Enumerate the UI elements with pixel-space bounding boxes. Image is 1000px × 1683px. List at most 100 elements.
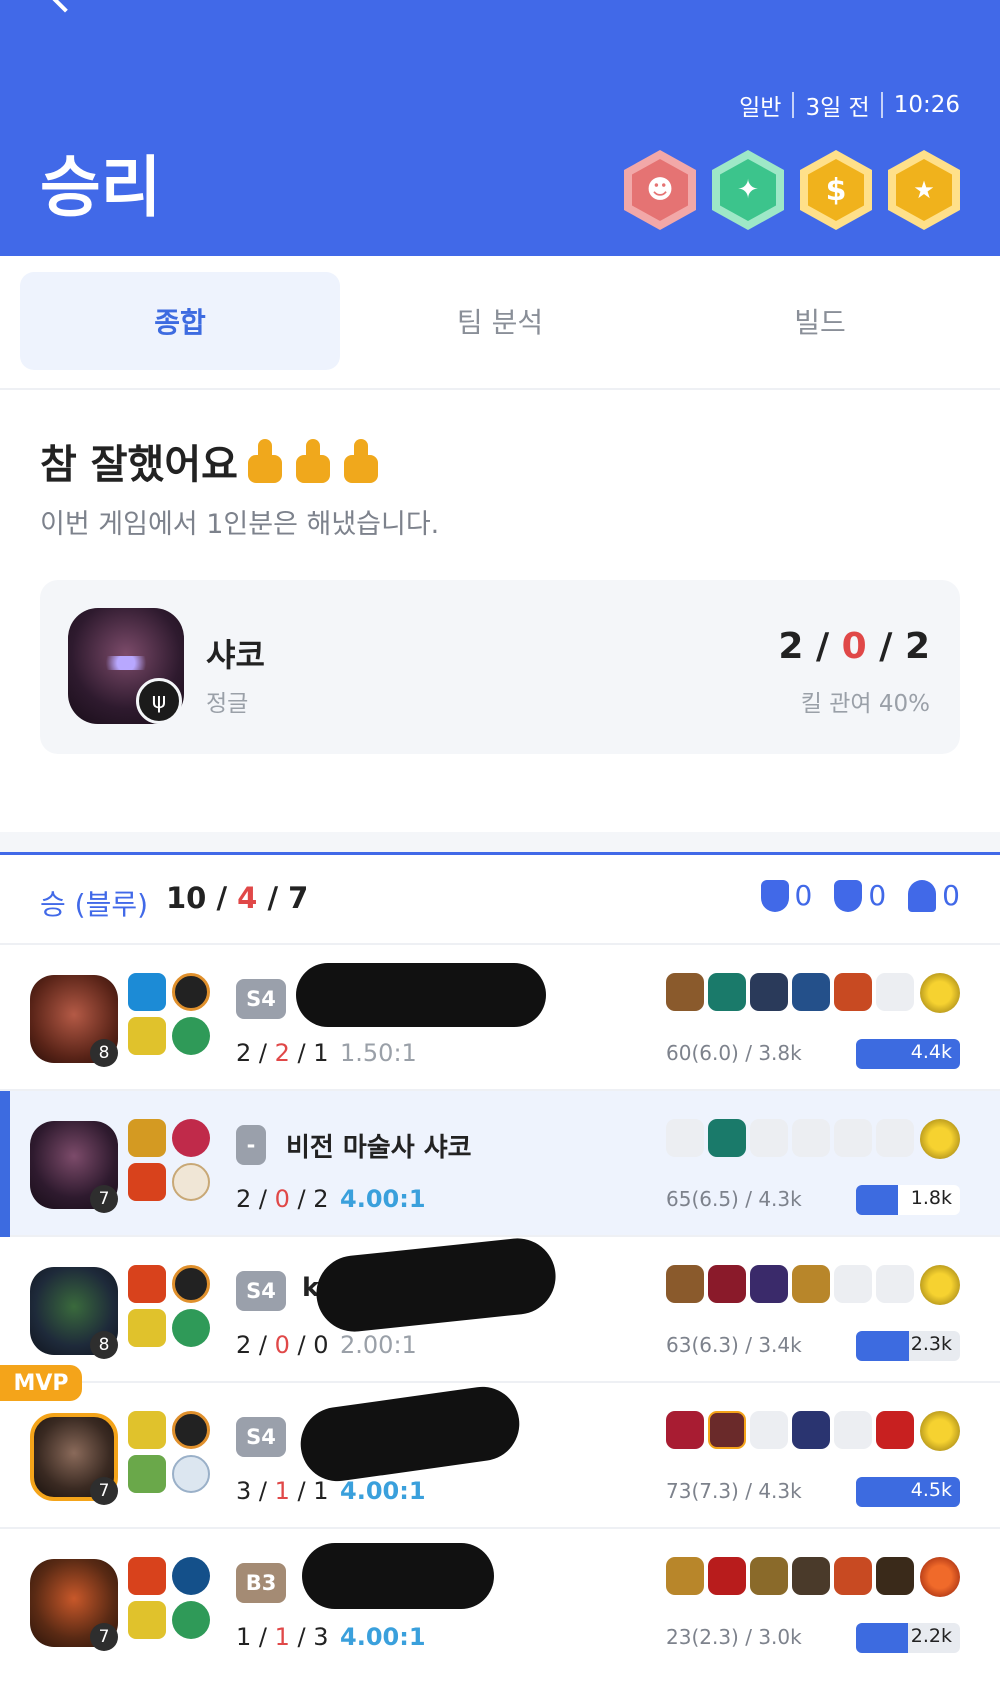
thumbs-up-icon	[340, 437, 384, 485]
thumbs-up-icon	[244, 437, 288, 485]
tab-bar: 종합 팀 분석 빌드	[0, 256, 1000, 390]
dragon-icon	[760, 879, 789, 912]
champion-level: 7	[90, 1185, 118, 1213]
kill-participation: 킬 관여 40%	[800, 691, 930, 717]
game-mode: 일반	[739, 95, 782, 121]
kda-ratio: 2.00:1	[340, 1331, 417, 1359]
trinket-icon	[920, 1265, 960, 1305]
player-row[interactable]: 8 S4 k 2 / 0 / 0 2.00:1 63(6.3) / 3.4k 2…	[0, 1234, 1000, 1383]
damage-bar-fill	[856, 1331, 910, 1361]
conqueror-rune-icon	[172, 1265, 210, 1303]
sorcery-rune-icon	[172, 1455, 210, 1493]
trinket-icon	[920, 1411, 960, 1451]
item-slot	[666, 1265, 704, 1303]
tab-team-analysis[interactable]: 팀 분석	[340, 272, 660, 370]
damage-value: 1.8k	[910, 1187, 952, 1209]
tier-badge: S4	[236, 1417, 286, 1457]
kda-ratio: 4.00:1	[340, 1185, 426, 1213]
tower-icon	[908, 879, 937, 912]
champion-card[interactable]: ψ 샤코 정글 2 / 0 / 2 킬 관여 40%	[40, 580, 960, 754]
shield-badge-icon[interactable]: ★	[888, 150, 960, 230]
gold-badge-icon[interactable]: $	[800, 150, 872, 230]
resolve-rune-icon	[172, 1017, 210, 1055]
summoner-name[interactable]: 비전 마술사 샤코	[286, 1127, 472, 1164]
champion-role: 정글	[206, 691, 249, 717]
praise-heading: 참 잘했어요	[40, 432, 384, 490]
item-slot-empty	[876, 1119, 914, 1157]
tier-badge: B3	[236, 1563, 286, 1603]
item-slot	[792, 973, 830, 1011]
kda-ratio: 4.00:1	[340, 1623, 426, 1651]
redaction-mark	[312, 1234, 560, 1336]
item-slot-empty	[834, 1119, 872, 1157]
thumbs-up-icon	[292, 437, 336, 485]
inspiration-rune-icon	[172, 1557, 210, 1595]
item-slot-empty	[750, 1411, 788, 1449]
ghost-spell-icon	[128, 1601, 166, 1639]
damage-bar-fill	[856, 1623, 908, 1653]
item-slot	[876, 1557, 914, 1595]
champion-level: 7	[90, 1477, 118, 1505]
item-slot-empty	[834, 1411, 872, 1449]
tier-badge: -	[236, 1125, 266, 1165]
item-list	[666, 1557, 914, 1595]
player-row[interactable]: MVP 7 S4 3 / 1 / 1 4.00:1 73(7.3) / 4.3k…	[0, 1365, 1000, 1529]
item-list	[666, 973, 914, 1011]
item-slot	[708, 1265, 746, 1303]
smite-spell-icon	[128, 1119, 166, 1157]
baron-icon	[834, 879, 863, 912]
item-slot	[708, 1119, 746, 1157]
cs-gold: 23(2.3) / 3.0k	[666, 1625, 802, 1649]
trinket-icon	[920, 1119, 960, 1159]
player-kda: 2 / 2 / 1	[236, 1039, 329, 1067]
item-slot-empty	[834, 1265, 872, 1303]
back-arrow-icon[interactable]	[49, 0, 81, 13]
item-slot	[792, 1411, 830, 1449]
item-slot-empty	[792, 1119, 830, 1157]
item-slot-empty	[750, 1119, 788, 1157]
redaction-mark	[296, 963, 546, 1027]
player-kda: 2 / 0 / 0	[236, 1331, 329, 1359]
item-slot	[792, 1265, 830, 1303]
kda-ratio: 4.00:1	[340, 1477, 426, 1505]
trinket-icon	[920, 973, 960, 1013]
match-result: 승리	[40, 149, 162, 226]
item-slot	[876, 1411, 914, 1449]
teleport-spell-icon	[128, 1455, 166, 1493]
thumbs-up-group	[244, 437, 384, 485]
tab-build[interactable]: 빌드	[660, 272, 980, 370]
champion-level: 8	[90, 1039, 118, 1067]
cs-gold: 63(6.3) / 3.4k	[666, 1333, 802, 1357]
champion-kda: 2 / 0 / 2	[778, 626, 930, 667]
damage-bar: 1.8k	[856, 1185, 960, 1215]
conqueror-rune-icon	[172, 1411, 210, 1449]
team-label: 승 (블루)	[40, 888, 149, 921]
item-slot	[666, 1411, 704, 1449]
player-row-me[interactable]: 7 - 비전 마술사 샤코 2 / 0 / 2 4.00:1 65(6.5) /…	[0, 1091, 1000, 1237]
player-kda: 2 / 0 / 2	[236, 1185, 329, 1213]
damage-bar: 4.4k	[856, 1039, 960, 1069]
time-ago: 3일 전	[805, 95, 870, 121]
tab-overview[interactable]: 종합	[20, 272, 340, 370]
section-divider	[0, 832, 1000, 852]
damage-bar: 4.5k	[856, 1477, 960, 1507]
team-kda: 10 / 4 / 7	[166, 881, 309, 915]
item-list	[666, 1265, 914, 1303]
precision-rune-icon	[172, 1163, 210, 1201]
damage-value: 4.4k	[910, 1041, 952, 1063]
player-row[interactable]: 7 B3 1 / 1 / 3 4.00:1 23(2.3) / 3.0k 2.2…	[0, 1529, 1000, 1675]
ghost-spell-icon	[128, 1309, 166, 1347]
item-slot	[750, 1265, 788, 1303]
player-kda: 1 / 1 / 3	[236, 1623, 329, 1651]
item-slot	[750, 1557, 788, 1595]
resolve-rune-icon	[172, 1309, 210, 1347]
angel-badge-icon[interactable]: ✦	[712, 150, 784, 230]
item-slot	[792, 1557, 830, 1595]
damage-value: 2.2k	[910, 1625, 952, 1647]
item-slot	[666, 1557, 704, 1595]
zombie-badge-icon[interactable]: ☻	[624, 150, 696, 230]
item-slot	[708, 1557, 746, 1595]
player-row[interactable]: 8 S4 2 / 2 / 1 1.50:1 60(6.0) / 3.8k 4.4…	[0, 945, 1000, 1091]
item-slot	[708, 973, 746, 1011]
trinket-icon	[920, 1557, 960, 1597]
